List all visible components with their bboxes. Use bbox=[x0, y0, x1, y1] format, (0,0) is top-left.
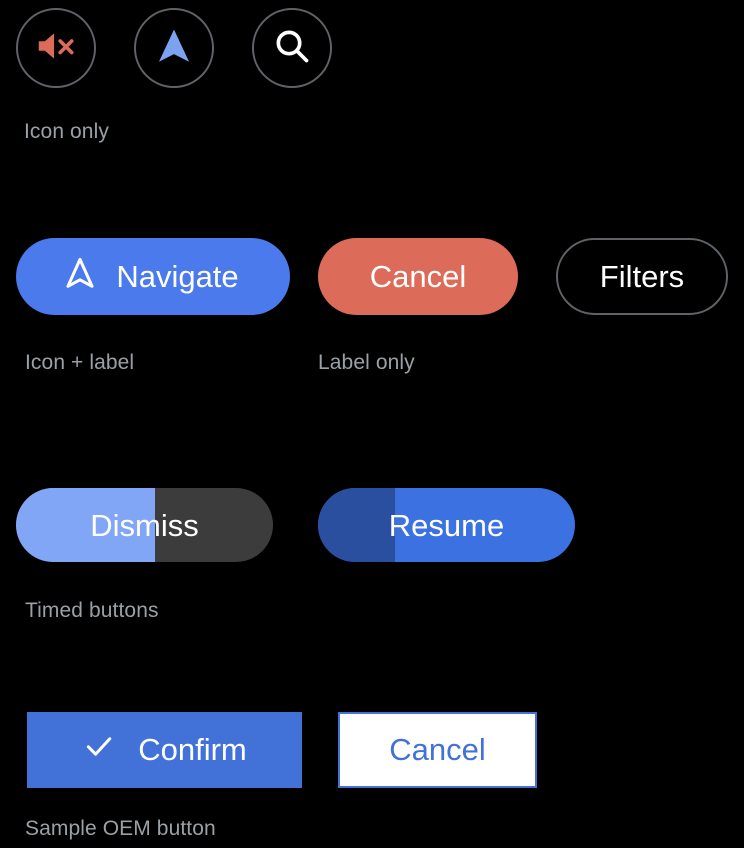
caption-icon-plus-label: Icon + label bbox=[25, 351, 135, 374]
cancel-pill-button[interactable]: Cancel bbox=[318, 238, 518, 315]
navigation-outline-icon bbox=[61, 254, 99, 300]
oem-cancel-label: Cancel bbox=[389, 732, 486, 767]
mute-button[interactable] bbox=[16, 8, 96, 88]
search-icon bbox=[271, 25, 313, 72]
dismiss-label: Dismiss bbox=[90, 507, 199, 543]
navigation-icon bbox=[152, 24, 196, 73]
oem-cancel-button[interactable]: Cancel bbox=[338, 712, 537, 788]
caption-timed-buttons: Timed buttons bbox=[25, 599, 159, 622]
caption-icon-only: Icon only bbox=[24, 120, 109, 143]
search-button[interactable] bbox=[252, 8, 332, 88]
filters-pill-button[interactable]: Filters bbox=[556, 238, 728, 315]
dismiss-timed-button[interactable]: Dismiss bbox=[16, 488, 273, 562]
confirm-button[interactable]: Confirm bbox=[27, 712, 302, 788]
check-icon bbox=[82, 729, 116, 771]
icon-only-button-row bbox=[16, 8, 332, 88]
resume-label: Resume bbox=[388, 507, 505, 543]
navigate-pill-button[interactable]: Navigate bbox=[16, 238, 290, 315]
caption-label-only: Label only bbox=[318, 351, 415, 374]
volume-off-icon bbox=[33, 23, 79, 74]
navigate-pill-label: Navigate bbox=[116, 259, 239, 294]
navigate-icon-button[interactable] bbox=[134, 8, 214, 88]
caption-sample-oem-button: Sample OEM button bbox=[25, 817, 216, 840]
resume-progress-fill bbox=[318, 488, 396, 562]
confirm-label: Confirm bbox=[138, 732, 247, 767]
filters-pill-label: Filters bbox=[599, 259, 685, 294]
cancel-pill-label: Cancel bbox=[369, 259, 467, 294]
resume-timed-button[interactable]: Resume bbox=[318, 488, 575, 562]
